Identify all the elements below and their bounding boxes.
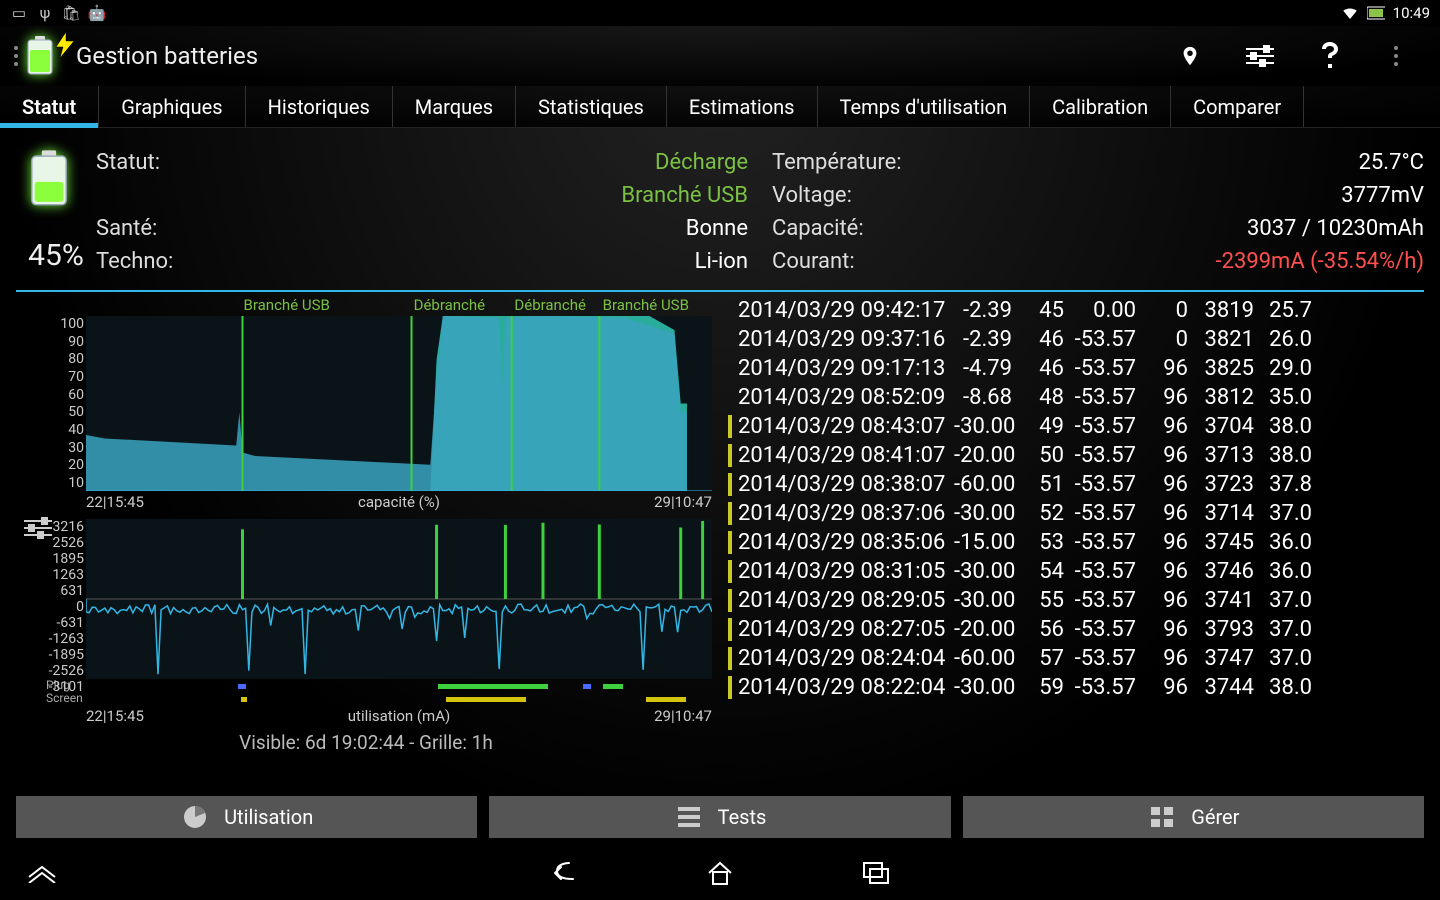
tab-historiques[interactable]: Historiques <box>246 86 393 127</box>
chart2-xleft: 22|15:45 <box>86 707 144 725</box>
shop-icon: 🛍 <box>62 4 80 22</box>
overflow-menu-icon[interactable] <box>1380 36 1420 76</box>
chart2-title: utilisation (mA) <box>348 707 450 725</box>
menu-dots-left[interactable] <box>14 46 18 66</box>
cap-value: 3037 / 10230mAh <box>1247 216 1424 241</box>
chart1-xleft: 22|15:45 <box>86 493 144 511</box>
tab-graphiques[interactable]: Graphiques <box>99 86 245 127</box>
sante-label: Santé: <box>96 216 157 241</box>
chart-event-label: Branché USB <box>244 296 330 314</box>
cur-label: Courant: <box>772 249 855 274</box>
app-battery-icon <box>26 36 66 76</box>
capacity-chart[interactable]: 100908070605040302010 <box>86 316 712 491</box>
tests-label: Tests <box>718 805 767 829</box>
visible-range-text: Visible: 6d 19:02:44 - Grille: 1h <box>16 731 716 754</box>
charts-column[interactable]: Branché USB Débranché Débranché Branché USB… <box>16 296 716 754</box>
battery-status-icon <box>1367 4 1385 22</box>
history-row[interactable]: 2014/03/29 08:24:04-60.0057-53.579637473… <box>738 644 1424 673</box>
gallery-icon: ▭ <box>10 4 28 22</box>
tab-bar: StatutGraphiquesHistoriquesMarquesStatis… <box>0 86 1440 128</box>
help-icon[interactable] <box>1310 36 1350 76</box>
volt-label: Voltage: <box>772 183 852 208</box>
history-row[interactable]: 2014/03/29 08:38:07-60.0051-53.579637233… <box>738 470 1424 499</box>
nav-home-icon[interactable] <box>702 855 738 891</box>
volt-value: 3777mV <box>1341 183 1424 208</box>
history-row[interactable]: 2014/03/29 08:43:07-30.0049-53.579637043… <box>738 412 1424 441</box>
tab-calibration[interactable]: Calibration <box>1030 86 1171 127</box>
history-row[interactable]: 2014/03/29 08:22:04-30.0059-53.579637443… <box>738 673 1424 702</box>
tab-marques[interactable]: Marques <box>393 86 516 127</box>
grid-icon <box>1147 807 1177 827</box>
history-row[interactable]: 2014/03/29 08:41:07-20.0050-53.579637133… <box>738 441 1424 470</box>
android-icon: 🤖 <box>88 4 106 22</box>
history-row[interactable]: 2014/03/29 09:17:13-4.7946-53.5796382529… <box>738 354 1424 383</box>
location-icon[interactable] <box>1170 36 1210 76</box>
tab-statut[interactable]: Statut <box>0 86 99 127</box>
history-row[interactable]: 2014/03/29 08:37:06-30.0052-53.579637143… <box>738 499 1424 528</box>
history-table[interactable]: 2014/03/29 09:42:17-2.39450.000381925.72… <box>716 296 1424 754</box>
history-row[interactable]: 2014/03/29 08:29:05-30.0055-53.579637413… <box>738 586 1424 615</box>
sante-value: Bonne <box>686 216 748 241</box>
battery-percent: 45% <box>28 238 84 273</box>
app-header: Gestion batteries <box>0 26 1440 86</box>
tab-temps-d-utilisation[interactable]: Temps d'utilisation <box>818 86 1031 127</box>
history-row[interactable]: 2014/03/29 09:37:16-2.3946-53.570382126.… <box>738 325 1424 354</box>
battery-large-icon <box>29 150 73 212</box>
statut-sub: Branché USB <box>621 183 748 208</box>
statut-label: Statut: <box>96 150 160 175</box>
gerer-label: Gérer <box>1191 805 1239 829</box>
app-title: Gestion batteries <box>76 42 258 70</box>
android-status-bar: ▭ ψ 🛍 🤖 10:49 <box>0 0 1440 26</box>
temp-value: 25.7°C <box>1359 150 1424 175</box>
utilisation-button[interactable]: Utilisation <box>16 796 477 838</box>
wifi-icon <box>1341 4 1359 22</box>
utilisation-label: Utilisation <box>224 805 313 829</box>
temp-label: Température: <box>772 150 902 175</box>
history-row[interactable]: 2014/03/29 09:42:17-2.39450.000381925.7 <box>738 296 1424 325</box>
cur-value: -2399mA (-35.54%/h) <box>1216 249 1424 274</box>
usb-icon: ψ <box>36 4 54 22</box>
nav-recents-icon[interactable] <box>858 855 894 891</box>
pie-icon <box>180 804 210 830</box>
android-nav-bar <box>0 846 1440 900</box>
usage-chart[interactable]: 32162526189512636310-631-1263-1895-2526-… <box>86 519 712 679</box>
tab-estimations[interactable]: Estimations <box>667 86 818 127</box>
nav-app-switcher-icon[interactable] <box>24 855 60 891</box>
history-row[interactable]: 2014/03/29 08:31:05-30.0054-53.579637463… <box>738 557 1424 586</box>
chart-event-label: Branché USB <box>603 296 689 314</box>
chart2-xright: 29|10:47 <box>654 707 712 725</box>
chart1-title: capacité (%) <box>358 493 440 511</box>
sliders-icon[interactable] <box>1240 36 1280 76</box>
tab-comparer[interactable]: Comparer <box>1171 86 1304 127</box>
content-area: 45% Statut: Décharge Température: 25.7°C B… <box>0 128 1440 850</box>
list-icon <box>674 807 704 827</box>
history-row[interactable]: 2014/03/29 08:35:06-15.0053-53.579637453… <box>738 528 1424 557</box>
chart-event-label: Débranché <box>514 296 586 314</box>
clock: 10:49 <box>1393 4 1430 22</box>
gerer-button[interactable]: Gérer <box>963 796 1424 838</box>
techno-value: Li-ion <box>695 249 748 274</box>
statut-value: Décharge <box>655 150 748 175</box>
nav-back-icon[interactable] <box>546 855 582 891</box>
chart1-xright: 29|10:47 <box>654 493 712 511</box>
tests-button[interactable]: Tests <box>489 796 950 838</box>
techno-label: Techno: <box>96 249 173 274</box>
cap-label: Capacité: <box>772 216 864 241</box>
divider <box>16 290 1424 292</box>
tab-statistiques[interactable]: Statistiques <box>516 86 667 127</box>
history-row[interactable]: 2014/03/29 08:27:05-20.0056-53.579637933… <box>738 615 1424 644</box>
chart-event-label: Débranché <box>414 296 486 314</box>
history-row[interactable]: 2014/03/29 08:52:09-8.6848-53.5796381235… <box>738 383 1424 412</box>
